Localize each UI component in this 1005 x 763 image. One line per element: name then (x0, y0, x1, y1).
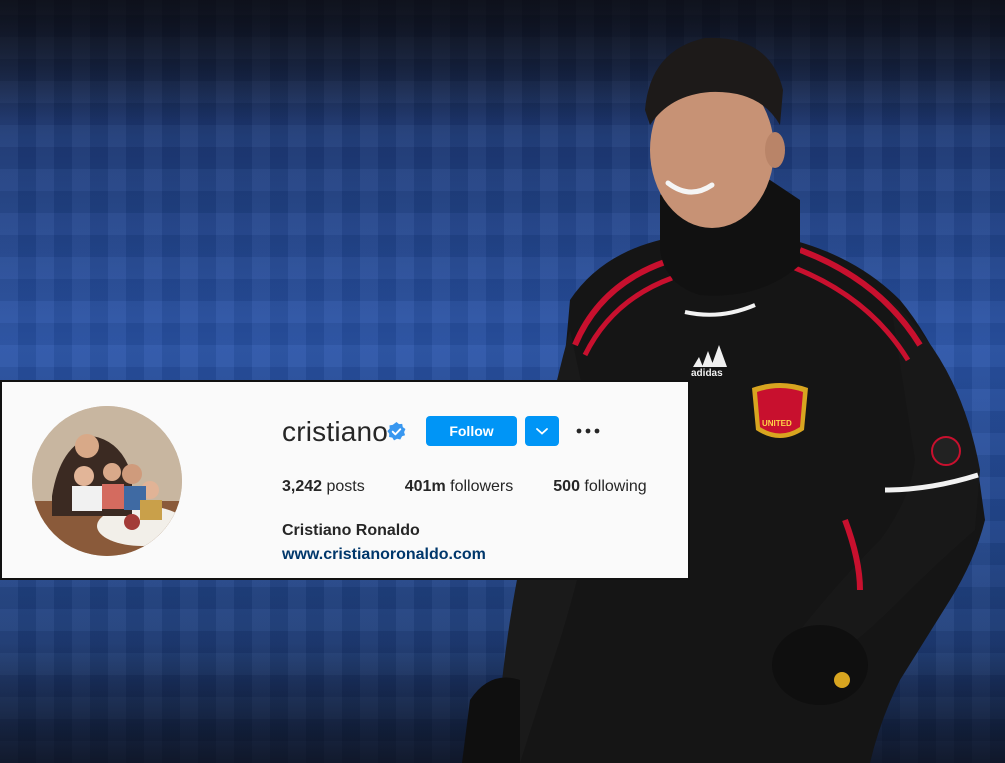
ear (765, 132, 785, 168)
followers-stat[interactable]: 401m followers (405, 478, 514, 496)
full-name: Cristiano Ronaldo (282, 522, 420, 539)
followers-label: followers (450, 478, 514, 495)
left-glove (462, 677, 520, 763)
sleeve-badge (931, 436, 961, 466)
following-label: following (584, 478, 647, 495)
club-crest-text: UNITED (762, 419, 792, 428)
adidas-logo-text: adidas (691, 368, 723, 379)
username: cristiano (282, 416, 389, 447)
follow-button[interactable]: Follow (426, 416, 517, 446)
posts-count: 3,242 (282, 478, 323, 495)
website-link[interactable]: www.cristianoronaldo.com (282, 546, 486, 564)
following-count: 500 (553, 478, 580, 495)
profile-stats: 3,242 posts 401m followers 500 following (282, 478, 687, 496)
right-glove (772, 625, 868, 705)
following-stat[interactable]: 500 following (553, 478, 646, 496)
club-crest: UNITED (752, 383, 808, 438)
verified-badge-icon (387, 422, 406, 441)
posts-label: posts (326, 478, 365, 495)
avatar-family-photo (32, 406, 182, 556)
more-options-icon (576, 428, 600, 434)
glove-badge (834, 672, 850, 688)
suggested-dropdown-button[interactable] (525, 416, 559, 446)
posts-stat: 3,242 posts (282, 478, 365, 496)
chevron-down-icon (536, 428, 548, 435)
followers-count: 401m (404, 478, 446, 495)
instagram-profile-card: cristiano Follow 3,242 posts 401m follow… (0, 380, 690, 580)
avatar[interactable] (32, 406, 182, 556)
more-options-button[interactable] (574, 418, 602, 444)
